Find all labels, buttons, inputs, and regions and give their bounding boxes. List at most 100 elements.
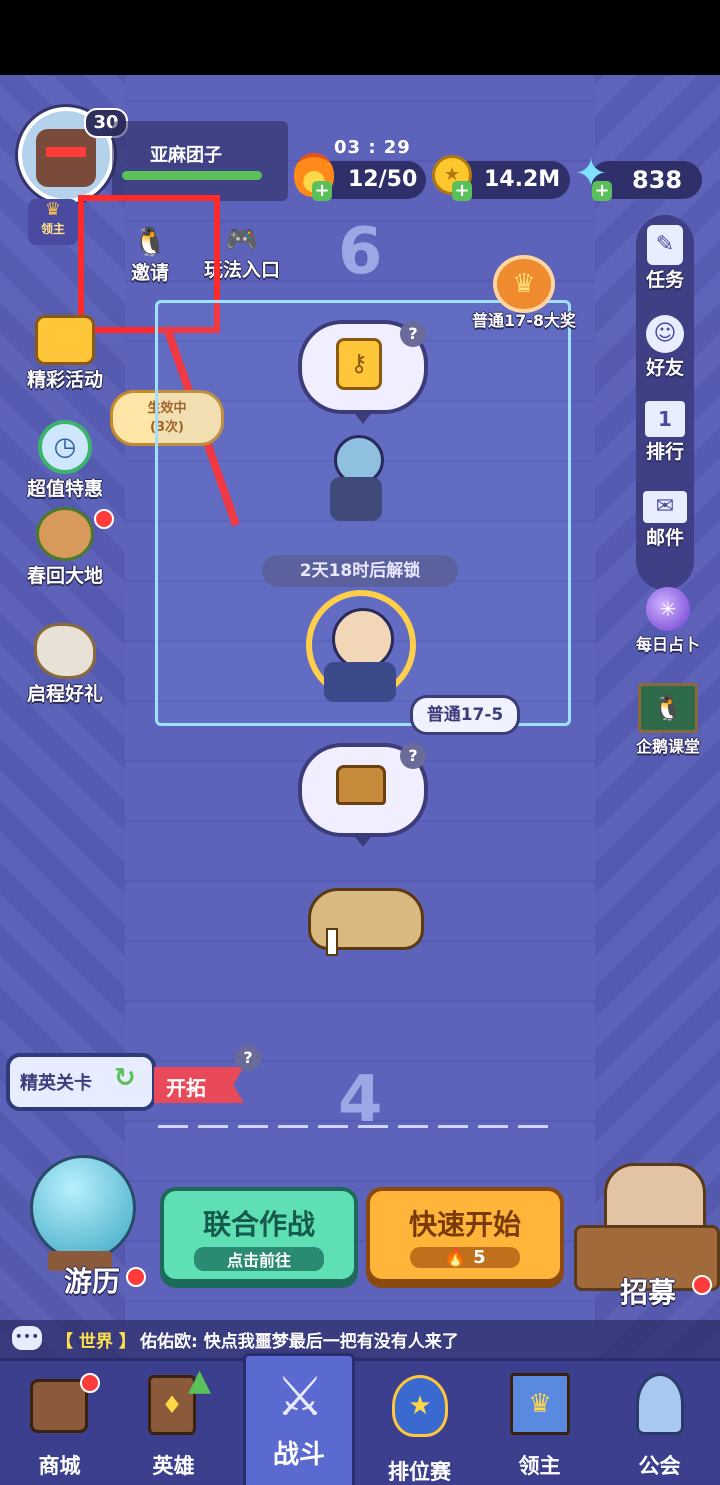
add-stamina-icon[interactable]: + [312, 181, 332, 201]
nav-heroes[interactable]: ♦ ▲ 英雄 [116, 1361, 231, 1485]
add-gold-icon[interactable]: + [452, 181, 472, 201]
lord-title-badge[interactable]: ♛ 领主 [28, 199, 78, 245]
ranked-icon: ★ [392, 1375, 448, 1437]
nav-ranked[interactable]: ★ 排位赛 [362, 1361, 477, 1485]
left-item-spring[interactable]: 春回大地 [10, 507, 120, 588]
coop-battle-sub: 点击前往 [194, 1247, 324, 1271]
notification-dot [126, 1267, 146, 1287]
game-screen: 30 ♛ 领主 亚麻团子 03 : 29 12/50 + 14.2M ★ + 8… [0, 75, 720, 1485]
lord-title-label: 领主 [40, 222, 65, 236]
notification-dot [80, 1373, 100, 1393]
nav-battle-label: 战斗 [272, 1440, 325, 1470]
left-item-deals-label: 超值特惠 [26, 478, 103, 500]
right-item-daily-divination[interactable]: ✳ 每日占卜 [622, 587, 714, 655]
quick-start-cost: 5 [473, 1247, 486, 1268]
energy-timer: 03 : 29 [334, 137, 411, 158]
help-icon[interactable]: ? [400, 743, 426, 769]
elite-stage-label: 精英关卡 [20, 1073, 92, 1094]
lord-banner-icon: ♛ [510, 1373, 570, 1435]
nav-ranked-label: 排位赛 [388, 1460, 451, 1484]
nav-guild-label: 公会 [638, 1454, 681, 1478]
guild-icon [636, 1373, 684, 1435]
stamina-value: 12/50 [348, 167, 418, 192]
help-icon[interactable]: ? [400, 321, 426, 347]
chat-message: 佑佑欧: 快点我噩梦最后一把有没有人来了 [140, 1332, 459, 1352]
key-icon: ⚷ [336, 338, 382, 390]
nav-lord[interactable]: ♛ 领主 [482, 1361, 597, 1485]
chapter-number-top: 6 [338, 215, 383, 289]
player-name-panel: 亚麻团子 [112, 121, 288, 201]
big-reward-button[interactable]: ♛ 普通17-8大奖 [462, 255, 586, 335]
right-item-penguin-class[interactable]: 🐧 企鹅课堂 [622, 683, 714, 757]
player-hero[interactable] [306, 580, 416, 710]
unlock-timer-text: 2天18时后解锁 [299, 561, 421, 581]
left-item-events[interactable]: 精彩活动 [10, 315, 120, 392]
right-item-penguin-class-label: 企鹅课堂 [635, 737, 700, 756]
right-item-daily-divination-label: 每日占卜 [635, 635, 700, 654]
monkey-icon [36, 507, 94, 561]
task-icon: ✎ [647, 225, 683, 265]
left-item-starter-gift[interactable]: 启程好礼 [10, 623, 120, 706]
travel-label: 游历 [64, 1265, 121, 1298]
coop-battle-button[interactable]: 联合作战 点击前往 [160, 1187, 358, 1283]
explore-label: 开拓 [166, 1076, 206, 1100]
clock-icon: ◷ [38, 420, 92, 474]
enemy-warrior [322, 435, 388, 525]
right-item-friends[interactable]: ☺ 好友 [628, 315, 702, 380]
left-item-deals[interactable]: ◷ 超值特惠 [10, 420, 120, 501]
upgrade-arrow-icon: ▲ [188, 1363, 212, 1398]
big-reward-label: 普通17-8大奖 [471, 311, 577, 330]
reward-crown-icon: ♛ [493, 255, 555, 313]
quick-start-title: 快速开始 [408, 1208, 521, 1241]
rank-icon: 1 [645, 401, 685, 437]
refresh-icon: ↻ [114, 1063, 136, 1093]
left-item-spring-label: 春回大地 [26, 565, 103, 587]
chest-icon [336, 765, 386, 805]
coop-battle-title: 联合作战 [202, 1208, 315, 1241]
event-icon [35, 315, 95, 365]
recruit-button[interactable]: 招募 [574, 1163, 720, 1313]
bottom-nav: 商城 ♦ ▲ 英雄 ⚔ 战斗 ★ 排位赛 ♛ 领主 公会 [0, 1353, 720, 1485]
right-item-task[interactable]: ✎ 任务 [628, 225, 702, 292]
right-item-rank[interactable]: 1 排行 [628, 401, 702, 464]
explore-tag[interactable]: 开拓 [154, 1067, 244, 1103]
flame-icon: 🔥 [444, 1247, 467, 1268]
chat-icon[interactable]: ••• [12, 1326, 42, 1350]
player-xp-bar [122, 171, 262, 180]
bird-icon [34, 623, 96, 679]
nav-lord-label: 领主 [518, 1454, 561, 1478]
right-item-rank-label: 排行 [645, 441, 684, 463]
mail-icon: ✉ [643, 491, 687, 523]
nav-battle[interactable]: ⚔ 战斗 [243, 1353, 355, 1485]
elite-stage-button[interactable]: 精英关卡 ↻ [6, 1053, 156, 1111]
recruit-label: 招募 [620, 1276, 677, 1309]
travel-button[interactable]: 游历 [18, 1155, 146, 1298]
shop-icon [30, 1379, 88, 1433]
player-name: 亚麻团子 [150, 145, 222, 166]
right-item-friends-label: 好友 [645, 357, 684, 379]
quick-start-button[interactable]: 快速开始 🔥 5 [366, 1187, 564, 1283]
balloon-icon [30, 1155, 136, 1261]
right-item-mail[interactable]: ✉ 邮件 [628, 491, 702, 550]
crystal-ball-icon: ✳ [646, 587, 690, 631]
left-item-starter-gift-label: 启程好礼 [26, 683, 103, 705]
penguin-icon: 🐧 [638, 683, 698, 733]
nav-shop-label: 商城 [38, 1454, 81, 1478]
gem-value: 838 [632, 166, 683, 194]
nav-shop[interactable]: 商城 [2, 1361, 117, 1485]
chat-channel: 【 世界 】 [56, 1332, 136, 1352]
add-gem-icon[interactable]: + [592, 181, 612, 201]
current-stage-label: 普通17-5 [426, 705, 504, 725]
left-item-events-label: 精彩活动 [26, 369, 103, 391]
battle-icon: ⚔ [275, 1365, 325, 1428]
nav-heroes-label: 英雄 [152, 1454, 195, 1478]
nav-guild[interactable]: 公会 [602, 1361, 717, 1485]
right-item-task-label: 任务 [645, 269, 684, 291]
right-item-mail-label: 邮件 [645, 527, 684, 549]
chat-bar[interactable]: ••• 【 世界 】 佑佑欧: 快点我噩梦最后一把有没有人来了 [0, 1320, 720, 1358]
notification-dot [692, 1275, 712, 1295]
enemy-sabertooth [308, 880, 428, 956]
help-icon[interactable]: ? [235, 1045, 261, 1071]
gold-value: 14.2M [484, 167, 561, 192]
current-stage-tag[interactable]: 普通17-5 [410, 695, 520, 735]
